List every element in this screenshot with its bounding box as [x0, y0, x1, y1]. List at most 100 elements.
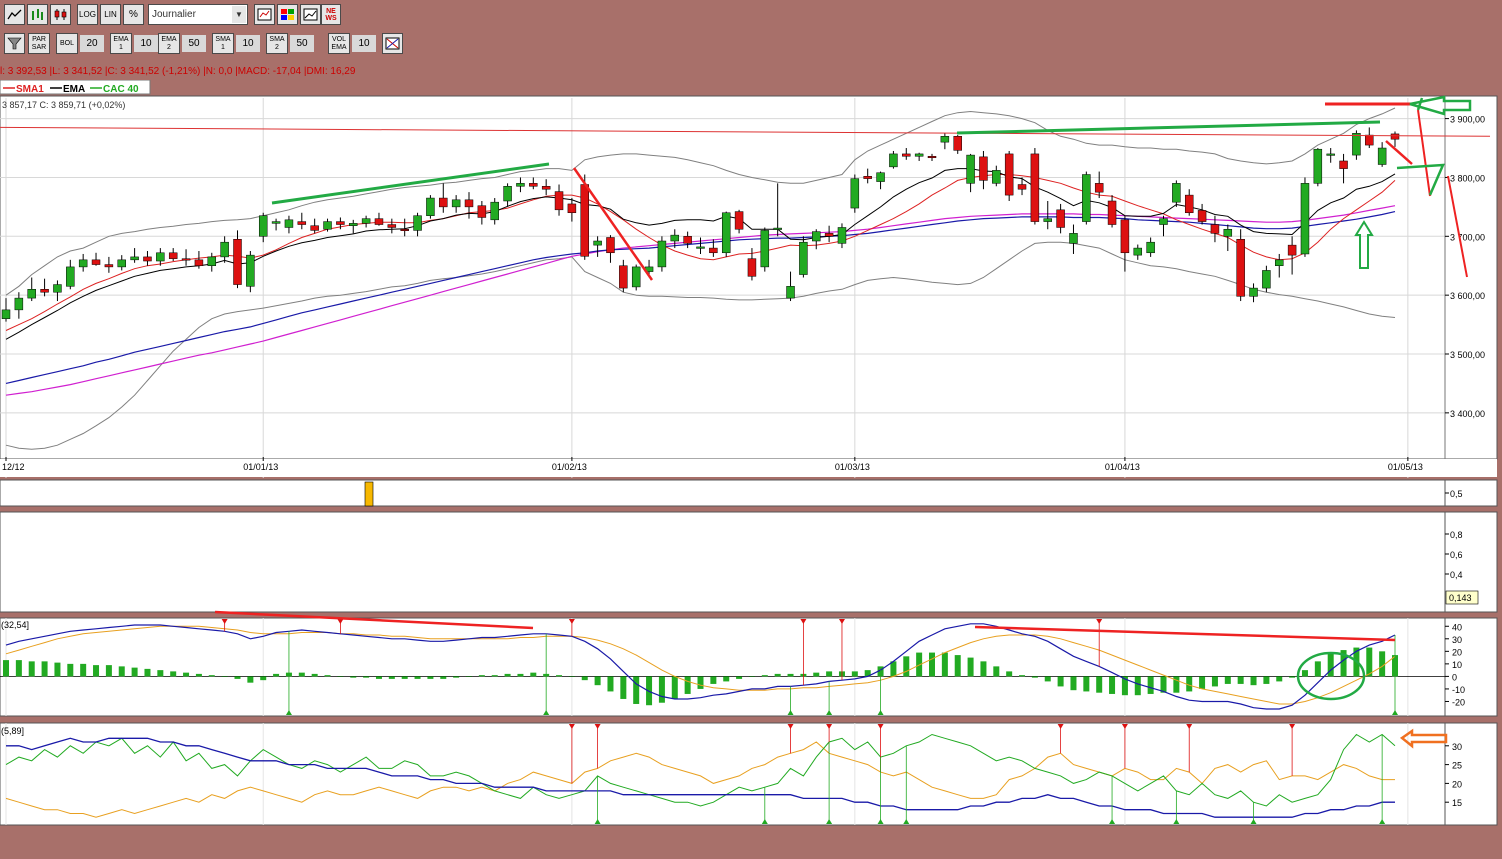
candle-body — [1339, 160, 1348, 169]
candlestick-button[interactable] — [50, 4, 71, 25]
macd-histogram-bar — [504, 673, 511, 677]
candle-body — [554, 191, 564, 211]
candle-body — [760, 230, 770, 268]
macd-histogram-bar — [826, 671, 833, 677]
indicator-period-value[interactable]: 50 — [182, 35, 206, 52]
news-button[interactable]: NE WS — [321, 4, 341, 25]
candle-body — [336, 221, 345, 225]
macd-histogram-bar — [260, 676, 267, 681]
macd-histogram-bar — [54, 662, 61, 677]
candle-body — [168, 252, 178, 259]
macd-histogram-bar — [607, 676, 614, 692]
macd-histogram-bar — [1237, 676, 1244, 684]
candle-body — [1287, 244, 1297, 256]
macd-histogram-bar — [851, 671, 858, 677]
oscillator-value-label: 0,143 — [1449, 593, 1472, 603]
candle-body — [426, 197, 435, 216]
candle-body — [1120, 219, 1130, 254]
candle-body — [812, 231, 821, 242]
macd-tick-label: 40 — [1452, 622, 1462, 632]
candle-body — [1146, 241, 1155, 254]
candle-body — [940, 136, 950, 143]
indicator-button-volema[interactable]: VOL EMA — [328, 33, 350, 54]
candle-body — [696, 246, 705, 249]
macd-histogram-bar — [375, 676, 382, 679]
candle-body — [709, 247, 718, 254]
macd-histogram-bar — [1366, 647, 1373, 677]
candle-body — [1262, 270, 1271, 289]
macd-histogram-bar — [157, 670, 164, 677]
macd-histogram-bar — [1147, 676, 1154, 694]
settings-button[interactable] — [382, 33, 403, 54]
macd-histogram-bar — [620, 676, 627, 699]
period-select[interactable]: Journalier ▼ — [148, 4, 248, 25]
percent-scale-button[interactable]: % — [123, 4, 144, 25]
candle-body — [824, 233, 834, 237]
candle-body — [143, 256, 152, 262]
macd-tick-label: 30 — [1452, 635, 1462, 645]
candle-body — [40, 289, 49, 293]
lin-scale-button[interactable]: LIN — [100, 4, 121, 25]
indicator-period-value[interactable]: 10 — [352, 35, 376, 52]
candle-body — [271, 221, 281, 224]
candle-body — [683, 236, 692, 244]
macd-histogram-bar — [1070, 676, 1077, 691]
indicator-period-value[interactable]: 10 — [236, 35, 260, 52]
macd-histogram-bar — [15, 660, 22, 677]
candle-body — [1082, 174, 1091, 222]
macd-histogram-bar — [993, 666, 1000, 677]
candle-body — [606, 237, 615, 254]
candle-body — [567, 203, 577, 214]
chevron-down-icon: ▼ — [232, 6, 246, 23]
candle-body — [451, 199, 461, 208]
log-scale-button[interactable]: LOG — [77, 4, 98, 25]
candle-body — [619, 265, 628, 289]
date-tick-label: 01/02/13 — [552, 462, 587, 472]
macd-histogram-bar — [1276, 676, 1283, 682]
candle-body — [1210, 224, 1220, 234]
palette-button[interactable] — [277, 4, 298, 25]
macd-histogram-bar — [221, 676, 228, 677]
macd-histogram-bar — [41, 661, 48, 677]
indicator-button-sma2[interactable]: SMA 2 — [266, 33, 288, 54]
candle-body — [156, 252, 165, 262]
candle-body — [1236, 238, 1245, 297]
screen-icon — [257, 8, 272, 21]
candle-body — [1313, 148, 1323, 184]
indicator-button-sma1[interactable]: SMA 1 — [212, 33, 234, 54]
candle-body — [1094, 183, 1104, 193]
macd-histogram-bar — [517, 673, 524, 677]
macd-histogram-bar — [324, 675, 331, 677]
dmi-tick-label: 15 — [1452, 798, 1462, 808]
macd-histogram-bar — [1019, 675, 1026, 677]
macd-histogram-bar — [890, 661, 897, 677]
indicator-button-ema1[interactable]: EMA 1 — [110, 33, 132, 54]
screen-button[interactable] — [254, 4, 275, 25]
macd-histogram-bar — [170, 671, 177, 677]
indicator-period-value[interactable]: 10 — [134, 35, 158, 52]
macd-histogram-bar — [954, 655, 961, 677]
macd-histogram-bar — [1083, 676, 1090, 692]
candle-body — [1223, 228, 1233, 237]
macd-histogram-bar — [684, 676, 691, 694]
indicator-button-ema2[interactable]: EMA 2 — [158, 33, 180, 54]
candle-body — [1159, 218, 1168, 225]
macd-histogram-bar — [813, 672, 820, 677]
date-tick-label: 01/04/13 — [1105, 462, 1140, 472]
candle-body — [902, 153, 911, 157]
bar-chart-button[interactable] — [27, 4, 48, 25]
macd-histogram-bar — [967, 657, 974, 677]
candle-body — [837, 227, 847, 244]
indicator-period-value[interactable]: 50 — [290, 35, 314, 52]
line-chart-button[interactable] — [4, 4, 25, 25]
candle-body — [580, 184, 589, 257]
candle-body — [310, 225, 319, 231]
drawing-button[interactable] — [300, 4, 321, 25]
filter-button[interactable] — [4, 33, 25, 54]
macd-histogram-bar — [581, 676, 588, 681]
candle-body — [53, 284, 62, 293]
indicator-button-bol[interactable]: BOL — [56, 33, 78, 54]
indicator-period-value[interactable]: 20 — [80, 35, 104, 52]
candle-body — [194, 259, 204, 266]
indicator-button-parsar[interactable]: PAR SAR — [28, 33, 50, 54]
